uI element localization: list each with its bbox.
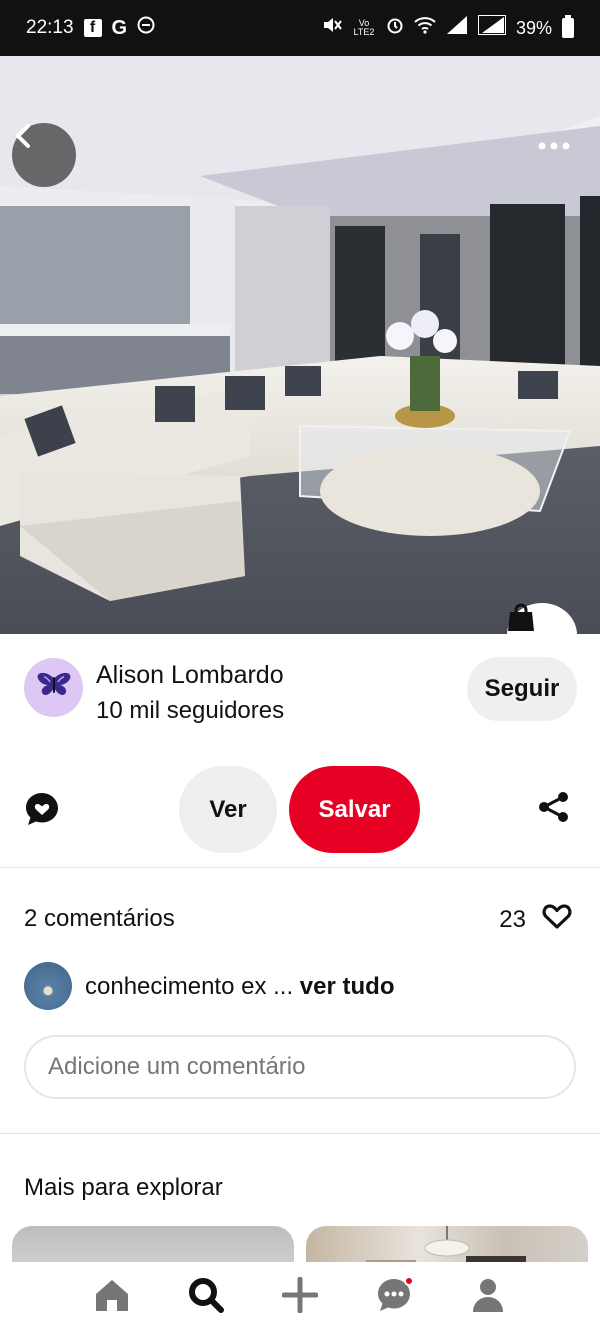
add-comment-input[interactable] <box>24 1035 576 1099</box>
save-button[interactable]: Salvar <box>289 766 420 853</box>
creator-profile: Alison Lombardo 10 mil seguidores Seguir <box>0 634 600 746</box>
comments-count: 2 comentários <box>24 905 175 932</box>
more-options-button[interactable] <box>538 142 578 168</box>
facebook-icon: f <box>83 19 102 37</box>
status-bar: 22:13 f G Vo LTE2 39% <box>0 0 600 56</box>
wifi-icon <box>414 16 436 40</box>
explore-title: Mais para explorar <box>24 1174 223 1201</box>
living-room-illustration <box>0 56 600 634</box>
view-button[interactable]: Ver <box>179 766 277 853</box>
alarm-icon <box>386 16 404 40</box>
search-icon <box>187 1276 225 1319</box>
see-all-link[interactable]: ver tudo <box>300 973 395 1000</box>
like-count: 23 <box>499 905 526 933</box>
follower-count: 10 mil seguidores <box>96 697 285 724</box>
nav-messages[interactable] <box>372 1275 416 1320</box>
share-button[interactable] <box>538 791 574 827</box>
react-button[interactable] <box>24 791 64 831</box>
do-not-disturb-icon <box>137 16 155 40</box>
avatar[interactable] <box>24 658 83 717</box>
comment-preview-text: conhecimento ex ... <box>85 973 294 1000</box>
butterfly-icon <box>36 671 72 704</box>
back-button[interactable] <box>12 123 76 187</box>
follow-button[interactable]: Seguir <box>467 657 577 721</box>
battery-level: 39% <box>515 17 552 38</box>
comment-heart-icon <box>24 793 60 831</box>
notification-dot <box>404 1275 414 1286</box>
signal-icon <box>446 15 468 41</box>
google-icon: G <box>111 16 128 39</box>
signal-icon <box>476 14 507 41</box>
nav-create[interactable] <box>278 1276 322 1320</box>
comments-section: 2 comentários 23 conhecimento ex ... ver… <box>0 868 600 1134</box>
creator-name[interactable]: Alison Lombardo <box>96 661 284 690</box>
nav-home[interactable] <box>90 1276 134 1320</box>
nav-profile[interactable] <box>466 1276 510 1320</box>
add-icon <box>281 1276 319 1318</box>
profile-icon <box>471 1277 505 1318</box>
likes: 23 <box>499 902 572 937</box>
comment-preview[interactable]: conhecimento ex ... ver tudo <box>85 973 394 1001</box>
home-icon <box>94 1277 130 1318</box>
share-icon <box>538 792 570 827</box>
status-time: 22:13 <box>26 17 74 38</box>
nav-search[interactable] <box>184 1276 228 1320</box>
pin-actions: Ver Salvar <box>0 746 600 868</box>
volte-icon: Vo LTE2 <box>353 18 375 37</box>
commenter-avatar[interactable] <box>24 962 72 1010</box>
bottom-nav <box>0 1262 600 1333</box>
mute-icon <box>322 16 342 40</box>
battery-icon <box>562 15 574 38</box>
pin-image[interactable] <box>0 56 600 634</box>
heart-icon[interactable] <box>542 902 572 937</box>
